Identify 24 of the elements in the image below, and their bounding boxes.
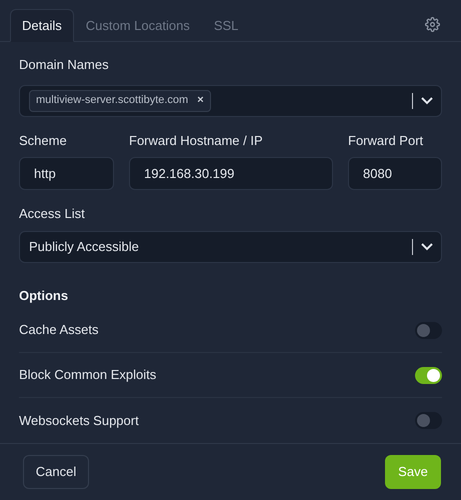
remove-tag-button[interactable]: × xyxy=(197,92,204,109)
field-label: Forward Hostname / IP xyxy=(129,132,264,150)
settings-icon[interactable] xyxy=(425,17,440,32)
field-label: Domain Names xyxy=(19,56,110,74)
text-field[interactable]: 192.168.30.199 xyxy=(129,157,333,190)
field-label: Scheme xyxy=(19,132,68,150)
chevron-down-icon[interactable] xyxy=(421,242,433,250)
options-heading: Options xyxy=(19,286,70,305)
toggle-switch[interactable] xyxy=(415,366,442,384)
toggle-switch[interactable] xyxy=(415,412,442,429)
domain-names-field[interactable]: multiview-server.scottibyte.com × xyxy=(19,84,442,116)
text-field[interactable]: 8080 xyxy=(348,157,442,190)
field-label: Forward Port xyxy=(348,132,424,150)
access-list-select[interactable]: Publicly Accessible xyxy=(19,230,442,262)
option-label: Block Common Exploits xyxy=(19,366,156,384)
chevron-down-icon[interactable] xyxy=(421,96,433,104)
cancel-button[interactable]: Cancel xyxy=(23,454,89,488)
tag-text: multiview-server.scottibyte.com xyxy=(36,93,188,108)
tab[interactable]: Details xyxy=(10,9,74,42)
option-label: Websockets Support xyxy=(19,412,139,430)
toggle-switch[interactable] xyxy=(415,322,442,338)
field-label: Access List xyxy=(19,205,86,223)
text-field[interactable]: http xyxy=(19,157,114,190)
option-label: Cache Assets xyxy=(19,321,98,340)
